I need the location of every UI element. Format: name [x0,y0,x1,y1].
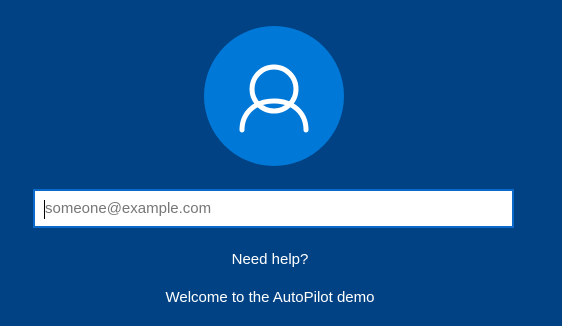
welcome-message: Welcome to the AutoPilot demo [165,289,375,306]
need-help-link[interactable]: Need help? [0,251,540,268]
email-field[interactable] [35,191,512,226]
avatar [204,26,344,166]
user-icon [239,64,309,133]
email-field-container[interactable] [33,189,514,228]
text-caret [44,200,45,219]
